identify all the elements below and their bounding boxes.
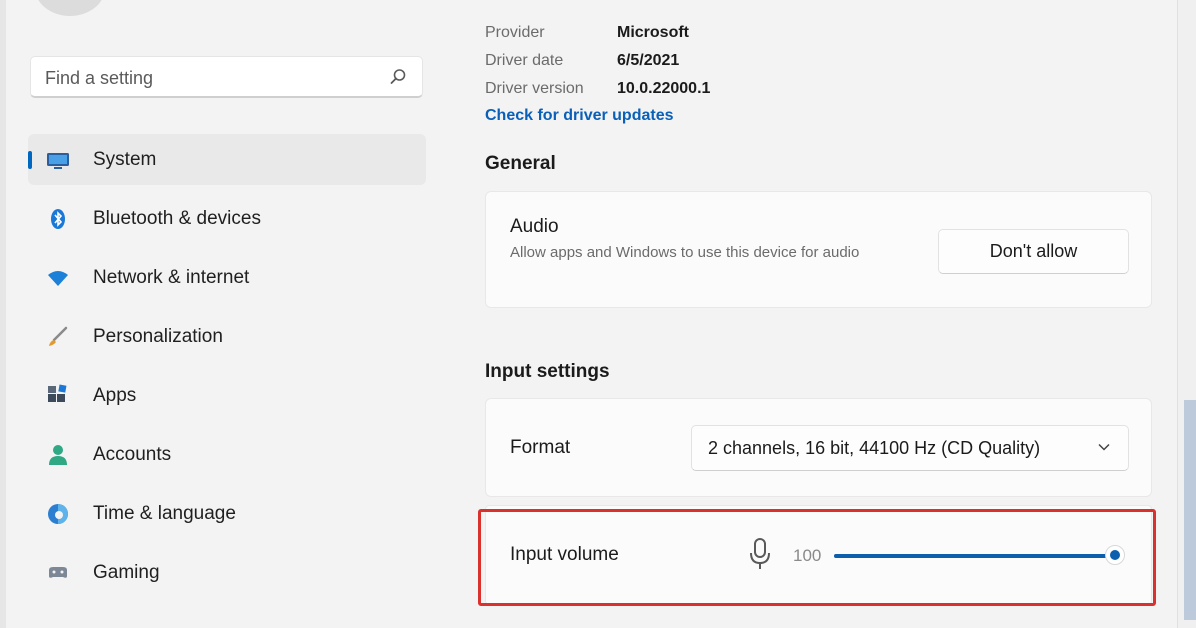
sidebar-item-accounts[interactable]: Accounts	[28, 429, 426, 480]
window-left-edge	[0, 0, 6, 628]
sidebar-item-gaming[interactable]: Gaming	[28, 547, 426, 598]
sidebar-item-label: Apps	[93, 385, 137, 406]
provider-value: Microsoft	[617, 24, 689, 41]
sidebar-nav: System Bluetooth & devices Network & int…	[28, 134, 426, 606]
apps-icon	[48, 384, 67, 402]
check-driver-updates-link[interactable]: Check for driver updates	[485, 107, 674, 125]
search-input[interactable]: Find a setting	[45, 68, 153, 89]
sidebar-item-label: Bluetooth & devices	[93, 208, 261, 229]
globe-clock-icon	[48, 504, 68, 524]
driver-version-label: Driver version	[485, 80, 584, 97]
brush-icon	[49, 326, 68, 346]
highlight-box	[478, 509, 1156, 606]
search-icon[interactable]	[388, 67, 408, 87]
driver-date-label: Driver date	[485, 52, 564, 69]
audio-title: Audio	[510, 216, 559, 237]
active-indicator	[28, 151, 32, 169]
sidebar-item-network[interactable]: Network & internet	[28, 252, 426, 303]
driver-version-value: 10.0.22000.1	[617, 80, 711, 97]
general-section-title: General	[485, 153, 556, 174]
sidebar-item-label: Personalization	[93, 326, 223, 347]
sidebar-item-time-language[interactable]: Time & language	[28, 488, 426, 539]
driver-date-value: 6/5/2021	[617, 52, 680, 69]
audio-card: Audio Allow apps and Windows to use this…	[485, 191, 1152, 308]
sidebar-item-system[interactable]: System	[28, 134, 426, 185]
bluetooth-icon	[51, 209, 65, 229]
user-avatar[interactable]	[35, 0, 105, 16]
monitor-icon	[47, 153, 69, 169]
desktop-background	[1184, 400, 1196, 620]
format-dropdown-value: 2 channels, 16 bit, 44100 Hz (CD Quality…	[708, 438, 1041, 458]
input-settings-title: Input settings	[485, 361, 610, 382]
chevron-down-icon	[1098, 443, 1110, 451]
provider-label: Provider	[485, 24, 545, 41]
sidebar-item-label: Network & internet	[93, 267, 250, 288]
format-dropdown[interactable]: 2 channels, 16 bit, 44100 Hz (CD Quality…	[691, 425, 1129, 471]
sidebar-item-apps[interactable]: Apps	[28, 370, 426, 421]
window-right-edge	[1177, 0, 1196, 628]
sidebar-item-label: Accounts	[93, 444, 172, 465]
search-box[interactable]: Find a setting	[30, 56, 423, 98]
wifi-icon	[48, 271, 68, 286]
sidebar-item-personalization[interactable]: Personalization	[28, 311, 426, 362]
sidebar-item-label: Gaming	[93, 562, 160, 583]
sidebar-item-label: Time & language	[93, 503, 236, 524]
person-icon	[49, 445, 67, 465]
sidebar-item-bluetooth[interactable]: Bluetooth & devices	[28, 193, 426, 244]
dont-allow-button[interactable]: Don't allow	[938, 229, 1129, 274]
format-label: Format	[510, 437, 571, 458]
gamepad-icon	[49, 567, 67, 578]
sidebar-item-label: System	[93, 149, 157, 170]
format-card: Format 2 channels, 16 bit, 44100 Hz (CD …	[485, 398, 1152, 497]
audio-description: Allow apps and Windows to use this devic…	[510, 244, 860, 261]
